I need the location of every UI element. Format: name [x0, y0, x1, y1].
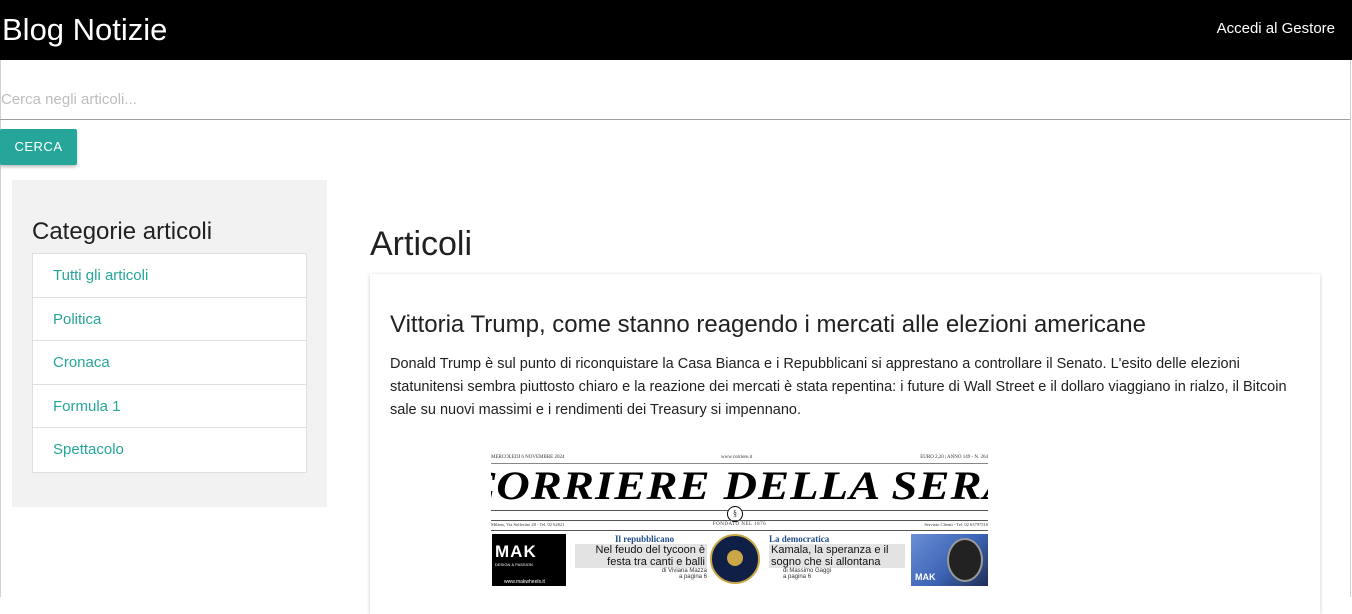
- category-item-all[interactable]: Tutti gli articoli: [33, 254, 306, 298]
- story-left-headline: Nel feudo del tycoon è festa tra canti e…: [575, 544, 707, 568]
- category-item-spettacolo[interactable]: Spettacolo: [33, 428, 306, 472]
- newspaper-service: Servizio Clienti - Tel. 02 63797510: [924, 522, 988, 527]
- newspaper-founded: FONDATO NEL 1876: [712, 522, 767, 527]
- category-item-politica[interactable]: Politica: [33, 298, 306, 342]
- article-image: MERCOLEDÌ 6 NOVEMBRE 2024 www.corriere.i…: [491, 454, 988, 596]
- ad-left-brand: MAK: [495, 542, 537, 561]
- presidential-seal-icon: [710, 534, 760, 584]
- article-title[interactable]: Vittoria Trump, come stanno reagendo i m…: [390, 310, 1146, 340]
- article-body: Donald Trump è sul punto di riconquistar…: [390, 356, 1287, 418]
- sidebar: Categorie articoli Tutti gli articoli Po…: [12, 180, 327, 507]
- search-input[interactable]: [0, 80, 1350, 120]
- ad-right: MAK: [911, 534, 988, 586]
- story-left-kicker: Il repubblicano: [615, 534, 675, 544]
- story-right-page: a pagina 6: [783, 574, 812, 580]
- newspaper-site: www.corriere.it: [721, 455, 753, 460]
- category-item-formula1[interactable]: Formula 1: [33, 385, 306, 429]
- article-card: Vittoria Trump, come stanno reagendo i m…: [370, 274, 1320, 614]
- story-right-headline: Kamala, la speranza e il sogno che si al…: [769, 544, 905, 568]
- newspaper-rule: [491, 520, 988, 521]
- login-link[interactable]: Accedi al Gestore: [1217, 20, 1335, 38]
- story-left: Il repubblicano Nel feudo del tycoon è f…: [575, 534, 707, 586]
- story-right: La democratica Kamala, la speranza e il …: [769, 534, 905, 586]
- navbar: Blog Notizie Accedi al Gestore: [0, 0, 1352, 60]
- wheel-icon: [947, 538, 983, 582]
- page-title: Articoli: [370, 225, 473, 263]
- newspaper-date: MERCOLEDÌ 6 NOVEMBRE 2024: [491, 455, 565, 460]
- brand-logo[interactable]: Blog Notizie: [2, 10, 167, 50]
- category-item-cronaca[interactable]: Cronaca: [33, 341, 306, 385]
- ad-left-url: www.makwheels.it: [504, 579, 545, 585]
- ad-right-brand: MAK: [915, 572, 936, 582]
- newspaper-rule: [491, 530, 988, 531]
- sidebar-title: Categorie articoli: [32, 218, 213, 245]
- search-button[interactable]: CERCA: [0, 129, 77, 165]
- category-list: Tutti gli articoli Politica Cronaca Form…: [32, 253, 307, 473]
- story-left-page: a pagina 6: [678, 574, 707, 580]
- newspaper-masthead: CORRIERE DELLA SERA: [491, 463, 988, 508]
- ad-left: MAK DESIGN & PASSION www.makwheels.it: [492, 534, 566, 586]
- story-right-kicker: La democratica: [769, 534, 830, 544]
- ad-left-tagline: DESIGN & PASSION: [495, 562, 533, 567]
- newspaper-price: EURO 2,20 | ANNO 149 - N. 264: [920, 455, 988, 460]
